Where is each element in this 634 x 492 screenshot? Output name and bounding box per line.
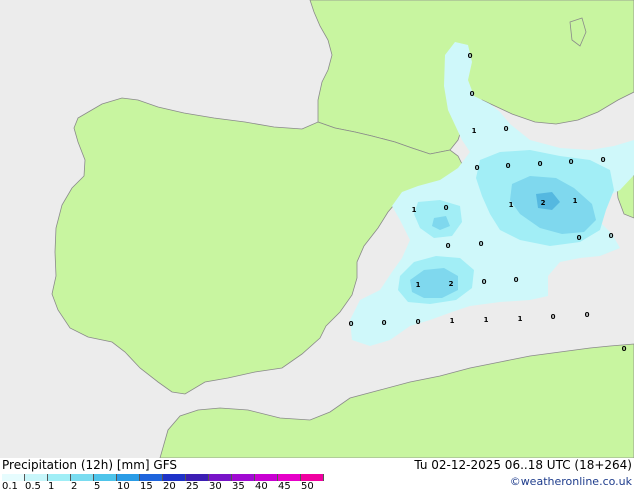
precip-value-label: 0 xyxy=(577,234,582,242)
scale-swatch xyxy=(2,474,25,481)
scale-label: 0.1 xyxy=(2,481,18,492)
precip-value-label: 0 xyxy=(601,156,606,164)
precip-value-label: 1 xyxy=(518,315,523,323)
precip-value-label: 1 xyxy=(450,317,455,325)
precip-value-label: 0 xyxy=(475,164,480,172)
scale-label: 35 xyxy=(232,481,245,492)
scale-swatch xyxy=(163,474,186,481)
scale-label: 5 xyxy=(94,481,101,492)
precip-value-label: 0 xyxy=(585,311,590,319)
scale-swatch xyxy=(71,474,94,481)
precip-value-label: 0 xyxy=(538,160,543,168)
precip-value-label: 1 xyxy=(509,201,514,209)
precip-value-label: 0 xyxy=(551,313,556,321)
precip-value-label: 0 xyxy=(468,52,473,60)
scale-label: 25 xyxy=(186,481,199,492)
precip-value-label: 1 xyxy=(416,281,421,289)
scale-swatch xyxy=(209,474,232,481)
precip-value-label: 0 xyxy=(609,232,614,240)
precip-value-label: 1 xyxy=(573,197,578,205)
scale-swatch xyxy=(301,474,324,481)
scale-swatch xyxy=(140,474,163,481)
scale-swatch xyxy=(25,474,48,481)
scale-label: 10 xyxy=(117,481,130,492)
credit-link[interactable]: ©weatheronline.co.uk xyxy=(510,475,632,488)
precip-value-label: 0 xyxy=(416,318,421,326)
scale-swatch xyxy=(278,474,301,481)
precip-value-label: 0 xyxy=(622,345,627,353)
precip-value-label: 0 xyxy=(479,240,484,248)
scale-label: 50 xyxy=(301,481,314,492)
precip-value-label: 0 xyxy=(349,320,354,328)
scale-label: 45 xyxy=(278,481,291,492)
scale-label: 20 xyxy=(163,481,176,492)
scale-label: 0.5 xyxy=(25,481,41,492)
precip-value-label: 0 xyxy=(482,278,487,286)
precip-value-label: 0 xyxy=(382,319,387,327)
map-footer: Precipitation (12h) [mm] GFS Tu 02-12-20… xyxy=(0,458,634,492)
scale-swatch xyxy=(255,474,278,481)
precip-value-label: 0 xyxy=(506,162,511,170)
precip-value-label: 1 xyxy=(412,206,417,214)
precipitation-map: 0 0 1 0 0 0 0 0 0 1 0 1 2 1 0 0 0 0 0 0 1 2 0 0 0 1 1 1 0 0 0 xyxy=(0,0,634,459)
scale-label: 30 xyxy=(209,481,222,492)
scale-label: 1 xyxy=(48,481,55,492)
valid-time: Tu 02-12-2025 06..18 UTC (18+264) xyxy=(414,458,632,472)
scale-swatch xyxy=(94,474,117,481)
precip-value-label: 0 xyxy=(470,90,475,98)
scale-label: 40 xyxy=(255,481,268,492)
precip-value-label: 2 xyxy=(449,280,454,288)
precip-value-label: 0 xyxy=(446,242,451,250)
color-scale-labels: 0.1 0.5 1 2 5 10 15 20 25 30 35 40 45 50 xyxy=(0,482,340,492)
precip-value-label: 2 xyxy=(541,199,546,207)
precip-value-label: 0 xyxy=(504,125,509,133)
scale-swatch xyxy=(48,474,71,481)
precip-value-label: 1 xyxy=(484,316,489,324)
scale-swatch xyxy=(117,474,140,481)
precip-value-label: 0 xyxy=(444,204,449,212)
precip-value-label: 0 xyxy=(569,158,574,166)
scale-label: 2 xyxy=(71,481,78,492)
map-title: Precipitation (12h) [mm] GFS xyxy=(2,458,178,472)
scale-swatch xyxy=(186,474,209,481)
precip-value-label: 1 xyxy=(472,127,477,135)
precip-value-label: 0 xyxy=(514,276,519,284)
scale-swatch xyxy=(232,474,255,481)
scale-label: 15 xyxy=(140,481,153,492)
color-scale-bar xyxy=(2,474,324,481)
